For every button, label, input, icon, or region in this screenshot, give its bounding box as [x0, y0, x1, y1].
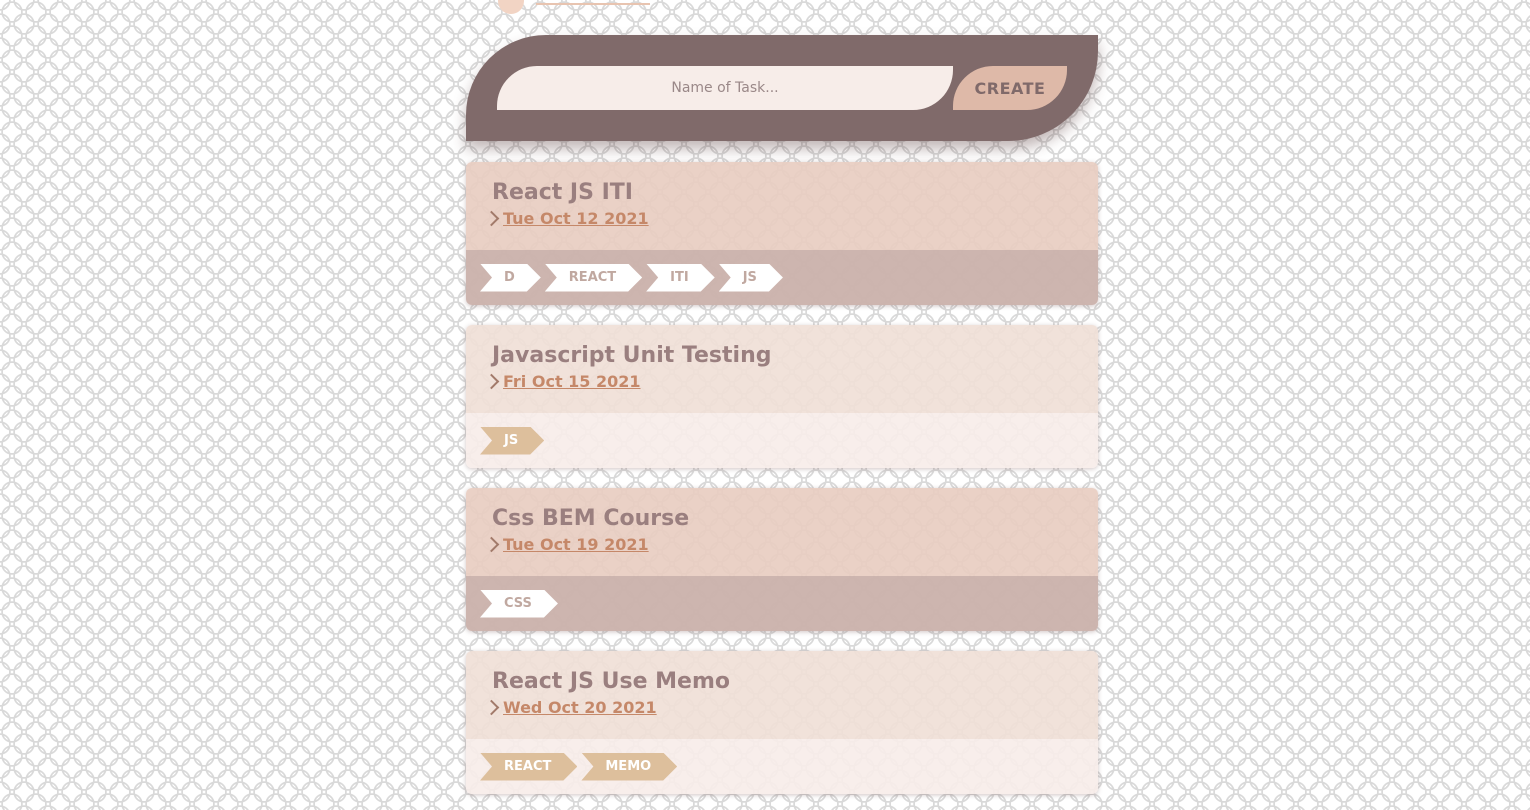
task-title: React JS Use Memo	[492, 669, 731, 694]
chevron-right-icon	[483, 210, 500, 227]
task-tags: JS	[466, 413, 1098, 468]
top-avatar	[498, 0, 524, 14]
tag[interactable]: MEMO	[581, 753, 677, 781]
tag[interactable]: JS	[719, 264, 783, 292]
task-card: Javascript Unit Testing Fri Oct 15 2021 …	[466, 325, 1098, 468]
tag[interactable]: ITI	[646, 264, 715, 292]
task-tags: D REACT ITI JS	[466, 250, 1098, 305]
task-title: Javascript Unit Testing	[492, 343, 772, 368]
task-card-header: React JS ITI Tue Oct 12 2021	[466, 162, 1098, 250]
chevron-right-icon	[483, 536, 500, 553]
task-date-row: Tue Oct 12 2021	[483, 209, 649, 228]
task-card: React JS Use Memo Wed Oct 20 2021 REACT …	[466, 651, 1098, 794]
task-tags: REACT MEMO	[466, 739, 1098, 794]
chevron-right-icon	[483, 373, 500, 390]
chevron-right-icon	[483, 699, 500, 716]
task-card: React JS ITI Tue Oct 12 2021 D REACT ITI…	[466, 162, 1098, 305]
task-card-header: Javascript Unit Testing Fri Oct 15 2021	[466, 325, 1098, 413]
tag[interactable]: REACT	[480, 753, 577, 781]
task-date-row: Tue Oct 19 2021	[483, 535, 649, 554]
task-name-input[interactable]	[497, 66, 953, 110]
task-date-row: Wed Oct 20 2021	[483, 698, 657, 717]
task-date-link[interactable]: Wed Oct 20 2021	[503, 698, 657, 717]
task-tags: CSS	[466, 576, 1098, 631]
tag[interactable]: REACT	[545, 264, 642, 292]
task-date-link[interactable]: Tue Oct 19 2021	[503, 535, 649, 554]
task-date-link[interactable]: Tue Oct 12 2021	[503, 209, 649, 228]
task-title: Css BEM Course	[492, 506, 690, 531]
tag[interactable]: JS	[480, 427, 544, 455]
task-title: React JS ITI	[492, 180, 633, 205]
tag[interactable]: CSS	[480, 590, 558, 618]
task-card-header: Css BEM Course Tue Oct 19 2021	[466, 488, 1098, 576]
top-link[interactable]	[536, 0, 650, 5]
task-date-link[interactable]: Fri Oct 15 2021	[503, 372, 641, 391]
task-date-row: Fri Oct 15 2021	[483, 372, 641, 391]
task-card-header: React JS Use Memo Wed Oct 20 2021	[466, 651, 1098, 739]
tag[interactable]: D	[480, 264, 541, 292]
task-card: Css BEM Course Tue Oct 19 2021 CSS	[466, 488, 1098, 631]
